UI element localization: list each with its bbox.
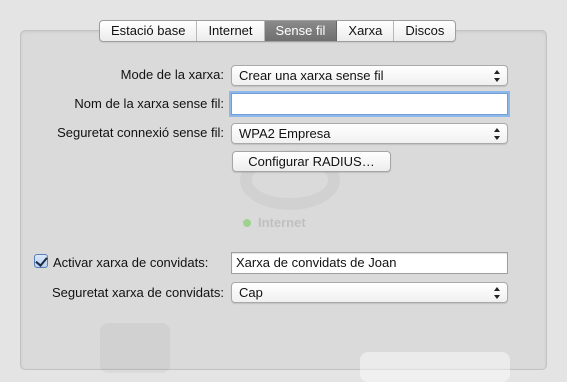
- popup-arrows-icon: [494, 287, 500, 299]
- network-mode-label: Mode de la xarxa:: [120, 67, 224, 82]
- background-device-graphic: [100, 323, 170, 373]
- background-status-graphic: [360, 352, 510, 382]
- tab-disks[interactable]: Discos: [394, 21, 455, 41]
- guest-security-label: Seguretat xarxa de convidats:: [52, 285, 224, 300]
- tab-internet[interactable]: Internet: [197, 21, 265, 41]
- guest-security-value: Cap: [239, 285, 263, 300]
- background-internet-label: Internet: [258, 215, 306, 230]
- wireless-security-value: WPA2 Empresa: [239, 126, 331, 141]
- network-mode-popup[interactable]: Crear una xarxa sense fil: [231, 65, 508, 86]
- guest-network-checkbox[interactable]: [34, 254, 48, 268]
- guest-network-label: Activar xarxa de convidats:: [53, 255, 209, 270]
- guest-security-popup[interactable]: Cap: [231, 282, 508, 303]
- wireless-security-popup[interactable]: WPA2 Empresa: [231, 123, 508, 144]
- tab-network[interactable]: Xarxa: [337, 21, 395, 41]
- tab-bar: Estació base Internet Sense fil Xarxa Di…: [99, 20, 457, 42]
- wireless-security-label: Seguretat connexió sense fil:: [57, 125, 224, 140]
- popup-arrows-icon: [494, 70, 500, 82]
- status-dot-icon: [243, 219, 251, 227]
- tab-wireless[interactable]: Sense fil: [264, 21, 338, 41]
- tab-base-station[interactable]: Estació base: [100, 21, 198, 41]
- network-name-label: Nom de la xarxa sense fil:: [74, 96, 224, 111]
- popup-arrows-icon: [494, 128, 500, 140]
- guest-network-name-field[interactable]: Xarxa de convidats de Joan: [231, 252, 508, 274]
- network-mode-value: Crear una xarxa sense fil: [239, 68, 384, 83]
- configure-radius-button[interactable]: Configurar RADIUS…: [232, 151, 391, 172]
- network-name-field[interactable]: [231, 93, 508, 115]
